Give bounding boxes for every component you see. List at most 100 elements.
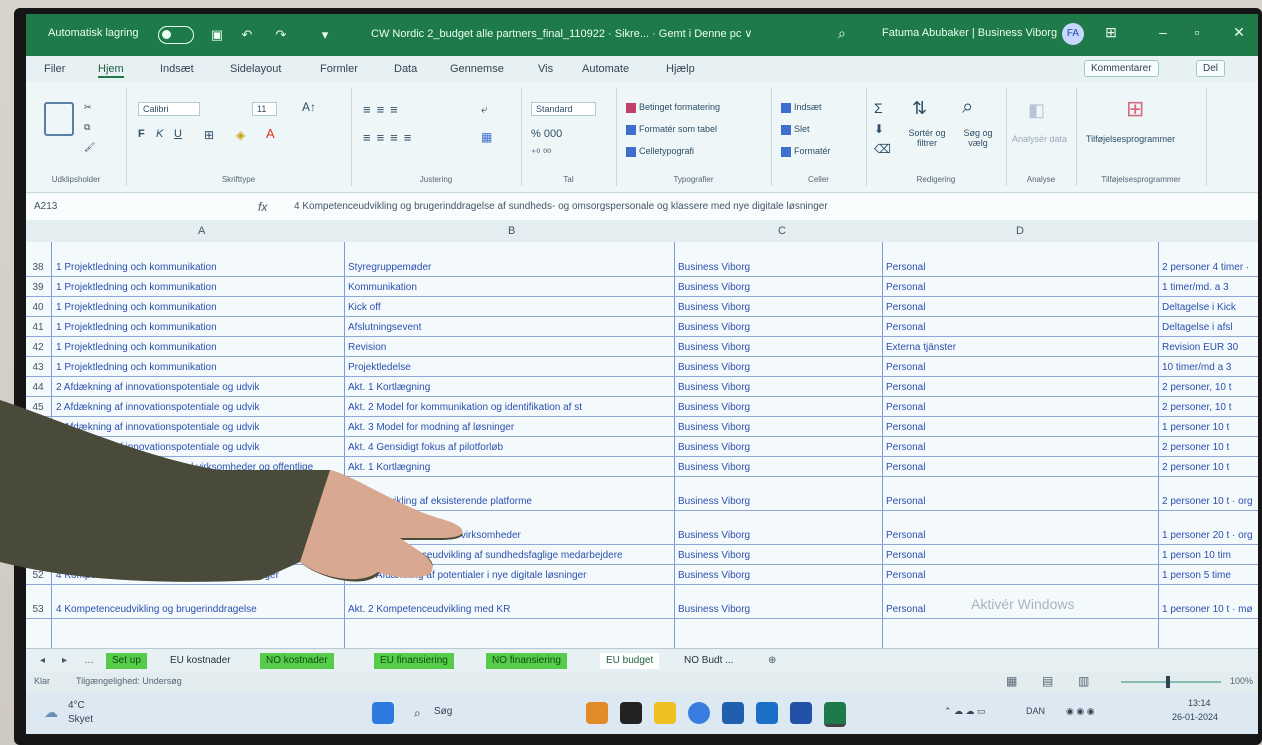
bold-icon[interactable]: F [138,128,145,140]
row-number[interactable]: 42 [26,342,50,353]
cell-b[interactable]: Akt. 1 Kortlægning [348,382,672,393]
cell-d[interactable]: Personal [886,282,1156,293]
clear-icon[interactable]: ⌫ [874,142,891,156]
ribbon-display-icon[interactable]: ⊞ [1100,24,1122,41]
row-number[interactable]: 51 [26,550,50,561]
row-number[interactable]: 46 [26,422,50,433]
paste-icon[interactable] [44,102,74,136]
cell-a[interactable]: 3 Samarbejde og netværk [56,496,342,507]
sheet-tab[interactable]: Set up [106,653,147,669]
cell-d[interactable]: Personal [886,422,1156,433]
cell-d[interactable]: Personal [886,402,1156,413]
language-indicator[interactable]: DAN [1026,706,1045,716]
row-number[interactable]: 48 [26,462,50,473]
copy-icon[interactable]: ⧉ [84,122,90,133]
zoom-level[interactable]: 100% [1230,676,1253,686]
cell-a[interactable]: 1 Projektledning och kommunikation [56,342,342,353]
normal-view-icon[interactable]: ▦ [1006,674,1017,688]
chrome-icon[interactable] [688,702,710,724]
save-icon[interactable]: ▣ [208,26,226,44]
document-title[interactable]: CW Nordic 2_budget alle partners_final_1… [371,27,752,40]
format-painter-icon[interactable]: 🖌 [84,142,95,153]
cell-b[interactable]: Afslutningsevent [348,322,672,333]
cell-d[interactable]: Personal [886,362,1156,373]
add-sheet-icon[interactable]: ⊕ [768,655,776,666]
cell-c[interactable]: Business Viborg [678,322,880,333]
tab-home[interactable]: Hjem [98,63,124,78]
sheet-tab[interactable]: EU kostnader [164,653,237,669]
cell-c[interactable]: Business Viborg [678,604,880,615]
cell-d[interactable]: Personal [886,530,1156,541]
cell-c[interactable]: Business Viborg [678,462,880,473]
cell-a[interactable]: 4 Kompetenceudvikling og brugerinddragel… [56,604,342,615]
format-as-table-button[interactable]: Formatér som tabel [626,124,717,135]
cell-e[interactable]: 2 personer 4 timer · organisation [1162,262,1252,273]
row-number[interactable]: 40 [26,302,50,313]
decimal-icon[interactable]: ⁺⁰ ⁰⁰ [531,148,551,159]
cell-d[interactable]: Personal [886,262,1156,273]
zoom-slider[interactable] [1121,681,1221,683]
cell-a[interactable]: 2 Afdækning af innovationspotentiale og … [56,442,342,453]
cell-a[interactable]: 1 Projektledning och kommunikation [56,322,342,333]
clock-time[interactable]: 13:14 [1188,698,1211,708]
cell-c[interactable]: Business Viborg [678,550,880,561]
row-number[interactable]: 43 [26,362,50,373]
accessibility-status[interactable]: Tilgængelighed: Undersøg [76,676,182,686]
cell-b[interactable]: Styregruppemøder [348,262,672,273]
cell-e[interactable]: 10 timer/md a 3 [1162,362,1252,373]
cell-c[interactable]: Business Viborg [678,496,880,507]
sheet-tab[interactable]: NO Budt ... [678,653,739,669]
cell-d[interactable]: Personal [886,302,1156,313]
folder-icon[interactable] [654,702,676,724]
column-header-d[interactable]: D [1016,225,1024,237]
cell-e[interactable]: Revision EUR 30 [1162,342,1252,353]
tab-file[interactable]: Filer [44,63,65,75]
font-color-icon[interactable]: A [266,126,275,141]
cell-b[interactable]: Kommunikation [348,282,672,293]
cell-e[interactable]: 2 personer, 10 t [1162,402,1252,413]
cell-e[interactable]: 2 personer 10 t · organisation [1162,496,1252,507]
cell-a[interactable]: 4 Kompetenceudvikling med nye digitale l… [56,570,342,581]
app-icon[interactable] [620,702,642,724]
cell-a[interactable]: 1 Projektledning och kommunikation [56,302,342,313]
cell-d[interactable]: Personal [886,462,1156,473]
cell-d[interactable]: Externa tjänster [886,342,1156,353]
horizontal-align-icons[interactable]: ≡≡≡≡ [363,130,417,145]
sort-filter-icon[interactable]: ⇅ [912,98,927,119]
tray-icons[interactable]: ⌃ ☁ ☁ ▭ [944,706,986,717]
row-number[interactable]: 52 [26,570,50,581]
row-number[interactable]: 44 [26,382,50,393]
cell-b[interactable]: Akt. 2 Model for kommunikation og identi… [348,402,672,413]
cell-e[interactable]: 2 personer, 10 t [1162,382,1252,393]
row-number[interactable]: 41 [26,322,50,333]
tab-formulas[interactable]: Formler [320,63,358,75]
insert-cells-button[interactable]: Indsæt [781,102,822,113]
sheet-prev-icon[interactable]: ◂ [40,655,45,666]
comments-button[interactable]: Kommentarer [1084,60,1159,77]
cell-a[interactable]: 1 Projektledning och kommunikation [56,362,342,373]
redo-icon[interactable]: ↷ [272,26,290,44]
grow-font-icon[interactable]: A↑ [302,100,316,114]
cell-b[interactable]: Akt. 3 Model for modning af løsninger [348,422,672,433]
analyze-data-icon[interactable]: ◧ [1028,100,1045,121]
font-name-dropdown[interactable]: Calibri [138,102,200,116]
conditional-formatting-button[interactable]: Betinget formatering [626,102,720,113]
tab-help[interactable]: Hjælp [666,63,695,75]
network-volume-icons[interactable]: ◉ ◉ ◉ [1066,706,1095,717]
taskbar-search[interactable]: Søg [434,706,452,717]
undo-icon[interactable]: ↶ [238,26,256,44]
cell-d[interactable]: Personal [886,322,1156,333]
close-icon[interactable]: ✕ [1228,24,1250,41]
file-explorer-icon[interactable] [586,702,608,724]
cell-a[interactable]: 4 Kompetenceudvikling af sundhedspersona… [56,550,342,561]
percent-icon[interactable]: % 000 [531,128,562,140]
search-icon[interactable]: ⌕ [838,25,846,42]
cell-a[interactable]: 1 Projektledning och kommunikation [56,262,342,273]
sheet-more-icon[interactable]: … [84,655,94,666]
page-break-view-icon[interactable]: ▥ [1078,674,1089,688]
tab-page-layout[interactable]: Sidelayout [230,63,281,75]
cell-a[interactable]: 3 Samarbejde og netværk med virksomheder… [56,462,342,473]
cell-b[interactable]: Akt. 1 Kompetenceudvikling af sundhedsfa… [348,550,672,561]
merge-center-icon[interactable]: ▦ [481,130,492,144]
mail-icon[interactable] [722,702,744,724]
